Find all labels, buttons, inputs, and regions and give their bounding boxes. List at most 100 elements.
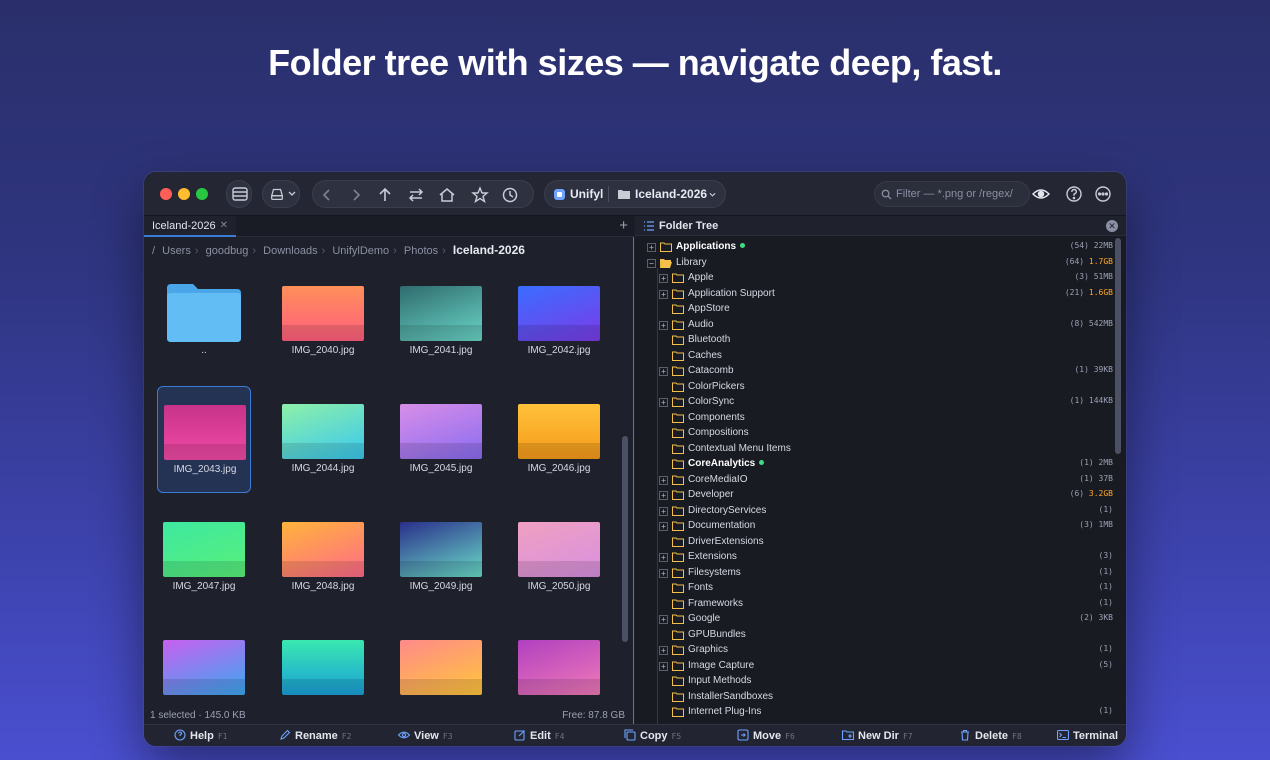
file-tile[interactable]: IMG_2049.jpg: [394, 504, 488, 611]
breadcrumb-item-goodbug[interactable]: goodbug: [206, 245, 249, 257]
help-button[interactable]: [1065, 185, 1083, 203]
tree-row[interactable]: InstallerSandboxes: [635, 690, 1113, 706]
expand-icon[interactable]: +: [659, 522, 668, 531]
tree-row[interactable]: AppStore: [635, 302, 1113, 318]
tree-row[interactable]: + CoreMediaIO (1) 37B: [635, 473, 1113, 489]
file-tile[interactable]: [394, 622, 488, 708]
terminal-button[interactable]: Terminal: [1056, 729, 1118, 742]
file-tile[interactable]: IMG_2048.jpg: [276, 504, 370, 611]
breadcrumb-item-downloads[interactable]: Downloads: [263, 245, 317, 257]
tree-row[interactable]: GPUBundles: [635, 628, 1113, 644]
rename-button[interactable]: Rename F2: [279, 729, 351, 742]
expand-icon[interactable]: +: [659, 491, 668, 500]
minimize-window-button[interactable]: [178, 188, 190, 200]
tree-row[interactable]: Components: [635, 411, 1113, 427]
tree-row[interactable]: + Documentation (3) 1MB: [635, 519, 1113, 535]
file-tile[interactable]: IMG_2043.jpg: [157, 386, 251, 493]
expand-icon[interactable]: +: [659, 646, 668, 655]
tree-row[interactable]: Fonts (1): [635, 581, 1113, 597]
close-icon[interactable]: ✕: [1106, 220, 1118, 232]
breadcrumb-item-photos[interactable]: Photos: [404, 245, 438, 257]
copy-button[interactable]: Copy F5: [624, 729, 681, 742]
tree-row[interactable]: Bluetooth: [635, 333, 1113, 349]
file-tile[interactable]: [157, 622, 251, 708]
drive-menu-button[interactable]: [262, 180, 300, 208]
tree-row[interactable]: Compositions: [635, 426, 1113, 442]
expand-icon[interactable]: +: [659, 475, 668, 485]
expand-icon[interactable]: +: [659, 568, 668, 578]
tree-row[interactable]: + Image Capture (5): [635, 659, 1113, 675]
zoom-window-button[interactable]: [196, 188, 208, 200]
current-folder-label[interactable]: Iceland-2026: [635, 187, 707, 201]
tree-row[interactable]: + ColorSync (1) 144KB: [635, 395, 1113, 411]
file-tile[interactable]: ..: [157, 268, 251, 375]
expand-icon[interactable]: +: [659, 320, 668, 330]
add-tab-button[interactable]: +: [619, 217, 628, 234]
expand-icon[interactable]: +: [659, 506, 668, 516]
file-tile[interactable]: IMG_2050.jpg: [512, 504, 606, 611]
workspace-label[interactable]: Unifyl: [570, 187, 603, 201]
tree-row[interactable]: ColorPickers: [635, 380, 1113, 396]
delete-button[interactable]: Delete F8: [959, 729, 1022, 742]
tree-row[interactable]: + Apple (3) 51MB: [635, 271, 1113, 287]
file-tile[interactable]: IMG_2044.jpg: [276, 386, 370, 493]
tree-row[interactable]: Internet Plug-Ins (1): [635, 705, 1113, 721]
tree-row[interactable]: Caches: [635, 349, 1113, 365]
filter-field[interactable]: Filter — *.png or /regex/: [874, 181, 1030, 207]
preview-toggle-button[interactable]: [1032, 185, 1050, 203]
tree-row[interactable]: Frameworks (1): [635, 597, 1113, 613]
tree-row[interactable]: + Filesystems (1): [635, 566, 1113, 582]
tree-row[interactable]: + Catacomb (1) 39KB: [635, 364, 1113, 380]
tree-row[interactable]: + DirectoryServices (1): [635, 504, 1113, 520]
expand-icon[interactable]: +: [659, 289, 668, 299]
move-button[interactable]: Move F6: [737, 729, 795, 742]
file-tile[interactable]: IMG_2046.jpg: [512, 386, 606, 493]
forward-button[interactable]: [347, 186, 365, 204]
breadcrumb-item-unifyldemo[interactable]: UnifylDemo: [332, 245, 389, 257]
expand-icon[interactable]: +: [647, 243, 656, 252]
home-button[interactable]: [438, 186, 456, 204]
tree-row[interactable]: + Google (2) 3KB: [635, 612, 1113, 628]
tree-row[interactable]: + Applications (54) 22MB: [635, 240, 1113, 256]
tree-scrollbar[interactable]: [1115, 238, 1121, 454]
tree-row[interactable]: − Library (64) 1.7GB: [635, 256, 1113, 272]
tree-row[interactable]: + Application Support (21) 1.6GB: [635, 287, 1113, 303]
sidebar-toggle-button[interactable]: [226, 180, 252, 208]
expand-icon[interactable]: +: [659, 398, 668, 407]
parent-folder-button[interactable]: [376, 186, 394, 204]
location-pill[interactable]: Unifyl Iceland-2026: [544, 180, 726, 208]
file-tile[interactable]: IMG_2042.jpg: [512, 268, 606, 375]
help-button[interactable]: Help F1: [174, 729, 227, 742]
favorites-button[interactable]: [471, 186, 489, 204]
breadcrumb-current[interactable]: Iceland-2026: [453, 243, 525, 257]
expand-icon[interactable]: +: [659, 661, 668, 671]
tree-row[interactable]: CoreAnalytics (1) 2MB: [635, 457, 1113, 473]
expand-icon[interactable]: +: [659, 615, 668, 624]
file-tile[interactable]: IMG_2041.jpg: [394, 268, 488, 375]
view-button[interactable]: View F3: [397, 729, 453, 742]
expand-icon[interactable]: +: [659, 274, 668, 283]
back-button[interactable]: [318, 186, 336, 204]
collapse-icon[interactable]: −: [647, 258, 656, 268]
new-dir-button[interactable]: New Dir F7: [841, 729, 913, 742]
expand-icon[interactable]: +: [659, 553, 668, 562]
file-tile[interactable]: IMG_2047.jpg: [157, 504, 251, 611]
close-window-button[interactable]: [160, 188, 172, 200]
expand-icon[interactable]: +: [659, 367, 668, 376]
file-tile[interactable]: [276, 622, 370, 708]
more-button[interactable]: [1094, 185, 1112, 203]
tree-row[interactable]: + Extensions (3): [635, 550, 1113, 566]
edit-button[interactable]: Edit F4: [514, 729, 564, 742]
tree-row[interactable]: + Audio (8) 542MB: [635, 318, 1113, 334]
tree-row[interactable]: + Graphics (1): [635, 643, 1113, 659]
tree-row[interactable]: DriverExtensions: [635, 535, 1113, 551]
tab-iceland[interactable]: Iceland-2026 ✕: [144, 216, 236, 237]
close-icon[interactable]: ✕: [220, 220, 228, 231]
file-tile[interactable]: IMG_2045.jpg: [394, 386, 488, 493]
breadcrumb-root[interactable]: /: [152, 245, 155, 257]
file-tile[interactable]: [512, 622, 606, 708]
swap-panes-button[interactable]: [407, 186, 425, 204]
tree-row[interactable]: Input Methods: [635, 674, 1113, 690]
history-button[interactable]: [501, 186, 519, 204]
tree-row[interactable]: + Developer (6) 3.2GB: [635, 488, 1113, 504]
